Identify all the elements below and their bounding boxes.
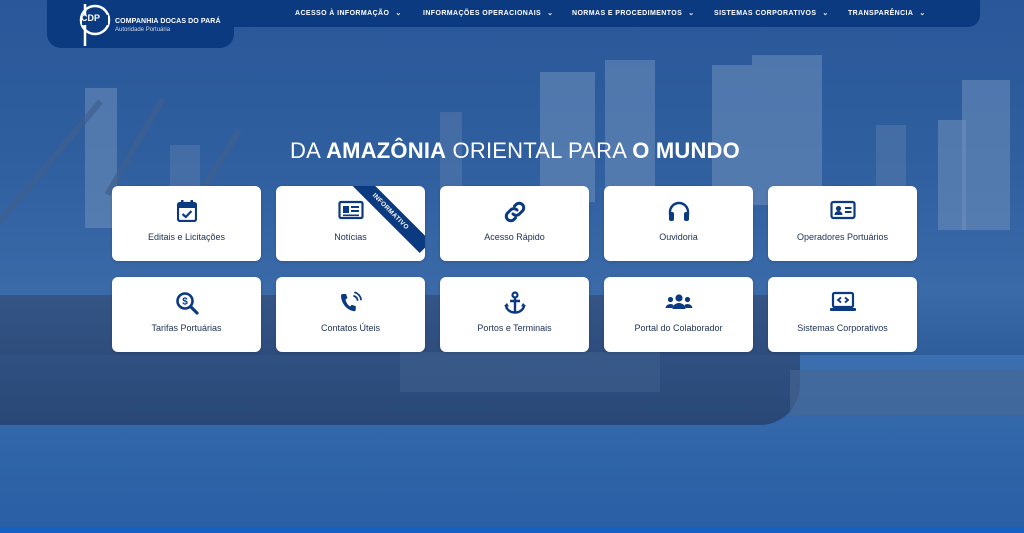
logo-text: CDP (81, 13, 101, 23)
card-label: Portos e Terminais (477, 323, 552, 333)
anchor-icon (503, 291, 526, 314)
card-acesso-rapido[interactable]: Acesso Rápido (440, 186, 589, 261)
search-dollar-icon: $ (175, 292, 199, 315)
card-label: Sistemas Corporativos (797, 323, 888, 333)
card-label: Operadores Portuários (796, 232, 889, 242)
card-label: Tarifas Portuárias (151, 323, 222, 333)
chevron-down-icon: ⌄ (688, 10, 695, 17)
hero-background (0, 0, 1024, 533)
card-ouvidoria[interactable]: Ouvidoria (604, 186, 753, 261)
card-label: Ouvidoria (659, 232, 698, 242)
card-noticias[interactable]: Notícias INFORMATIVO (276, 186, 425, 261)
nav-sistemas-corporativos[interactable]: SISTEMAS CORPORATIVOS ⌄ (714, 0, 829, 27)
headphones-icon (668, 201, 689, 221)
nav-transparencia[interactable]: TRANSPARÊNCIA ⌄ (848, 0, 926, 27)
calendar-check-icon (176, 200, 197, 222)
card-operadores-portuarios[interactable]: Operadores Portuários (768, 186, 917, 261)
newspaper-icon (337, 200, 364, 220)
card-tarifas-portuarias[interactable]: $ Tarifas Portuárias (112, 277, 261, 352)
card-portal-colaborador[interactable]: Portal do Colaborador (604, 277, 753, 352)
chevron-down-icon: ⌄ (919, 10, 926, 17)
card-label: Contatos Úteis (320, 323, 381, 333)
link-icon (504, 201, 525, 223)
chevron-down-icon: ⌄ (822, 10, 829, 17)
card-label: Acesso Rápido (484, 232, 545, 242)
card-label: Editais e Licitações (147, 232, 226, 242)
svg-text:$: $ (182, 297, 188, 308)
id-card-icon (829, 200, 856, 220)
nav-normas-procedimentos[interactable]: NORMAS E PROCEDIMENTOS ⌄ (572, 0, 694, 27)
brand-title: COMPANHIA DOCAS DO PARÁ (115, 18, 221, 25)
card-portos-terminais[interactable]: Portos e Terminais (440, 277, 589, 352)
top-navbar: ACESSO À INFORMAÇÃO ⌄ INFORMAÇÕES OPERACI… (234, 0, 980, 27)
card-contatos-uteis[interactable]: Contatos Úteis (276, 277, 425, 352)
phone-volume-icon (340, 291, 362, 312)
card-editais-licitacoes[interactable]: Editais e Licitações (112, 186, 261, 261)
chevron-down-icon: ⌄ (395, 10, 402, 17)
card-label: Portal do Colaborador (634, 323, 723, 333)
hero-headline: DA AMAZÔNIA ORIENTAL PARA O MUNDO (290, 138, 740, 163)
brand-subtitle: Autoridade Portuária (115, 27, 171, 33)
card-sistemas-corporativos[interactable]: Sistemas Corporativos (768, 277, 917, 352)
cdp-logo-icon (79, 4, 111, 46)
nav-informacoes-operacionais[interactable]: INFORMAÇÕES OPERACIONAIS ⌄ (423, 0, 553, 27)
chevron-down-icon: ⌄ (547, 10, 554, 17)
brand-logo[interactable]: CDP COMPANHIA DOCAS DO PARÁ Autoridade P… (47, 0, 234, 48)
laptop-code-icon (829, 291, 856, 311)
nav-acesso-informacao[interactable]: ACESSO À INFORMAÇÃO ⌄ (295, 0, 402, 27)
users-icon (665, 294, 692, 309)
